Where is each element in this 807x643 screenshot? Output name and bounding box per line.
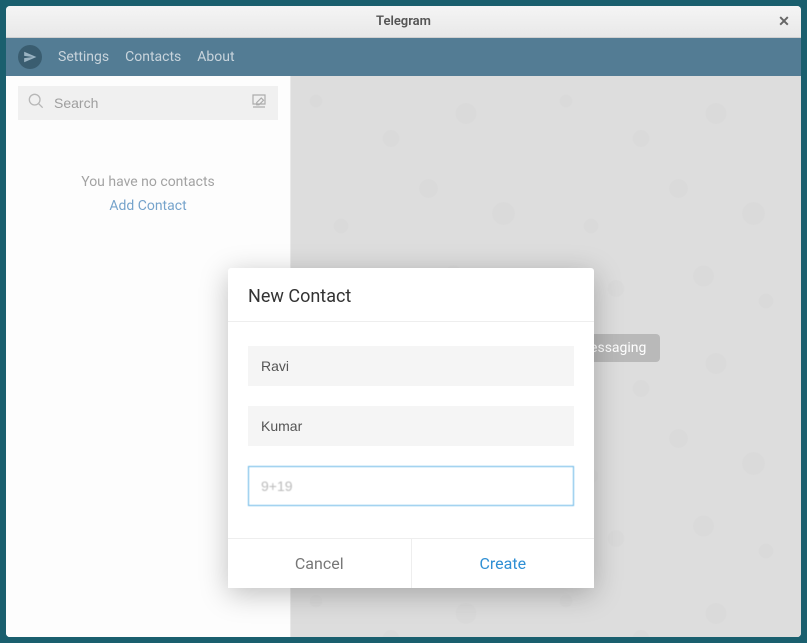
app-window: Telegram ✕ Settings Contacts About [6,6,801,637]
modal-footer: Cancel Create [228,538,594,588]
modal-body [228,322,594,538]
phone-input[interactable] [248,466,574,506]
first-name-input[interactable] [248,346,574,386]
close-icon: ✕ [778,14,790,30]
cancel-button[interactable]: Cancel [228,539,412,588]
create-button[interactable]: Create [412,539,595,588]
menu-settings[interactable]: Settings [58,49,109,65]
telegram-icon [18,45,42,69]
close-window-button[interactable]: ✕ [775,13,793,31]
menu-contacts[interactable]: Contacts [125,49,181,65]
last-name-input[interactable] [248,406,574,446]
menubar: Settings Contacts About [6,38,801,76]
menu-about[interactable]: About [197,49,234,65]
titlebar: Telegram ✕ [6,6,801,38]
modal-title: New Contact [228,268,594,322]
new-contact-modal: New Contact Cancel Create [228,268,594,588]
window-title: Telegram [376,14,431,29]
content: You have no contacts Add Contact Select … [6,76,801,637]
